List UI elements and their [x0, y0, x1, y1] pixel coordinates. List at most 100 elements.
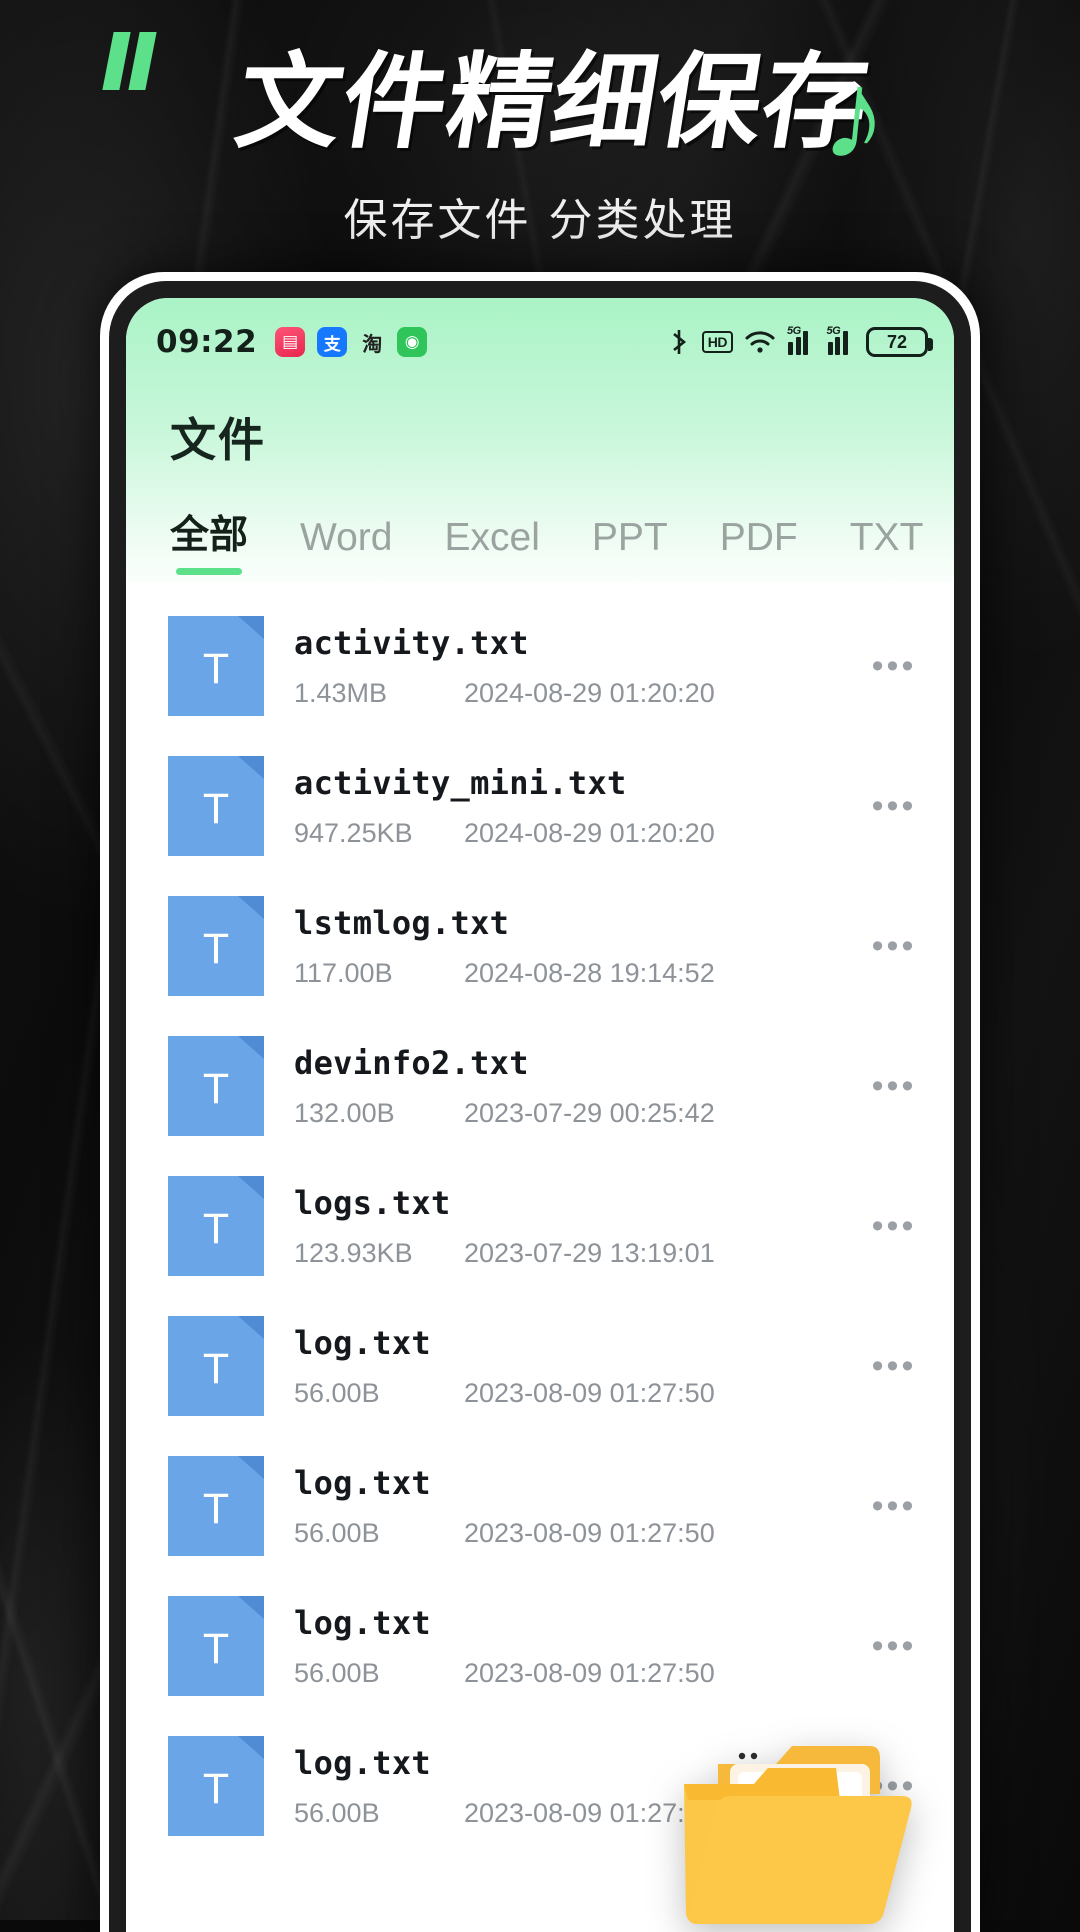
- hero-banner: 文件精细保存 ♪ 保存文件 分类处理: [0, 0, 1080, 280]
- phone-bezel: 09:22 ▤ 支 淘 ◉ HD 5G 5G 72 文件 全部 Word Exc…: [109, 281, 971, 1932]
- notification-app-pink-icon: ▤: [275, 327, 306, 357]
- file-meta: log.txt 56.00B 2023-08-09 01:27:50: [294, 1464, 854, 1549]
- file-size: 947.25KB: [294, 817, 413, 848]
- file-name: log.txt: [294, 1323, 431, 1362]
- txt-file-icon: T: [168, 616, 264, 716]
- file-name: activity_mini.txt: [294, 763, 627, 802]
- file-size: 56.00B: [294, 1517, 380, 1548]
- file-name: lstmlog.txt: [294, 903, 510, 942]
- signal-bars-sim1: 5G: [787, 325, 816, 355]
- txt-file-icon: T: [168, 1456, 264, 1556]
- file-more-button[interactable]: •••: [864, 1209, 924, 1243]
- file-meta: log.txt 56.00B 2023-08-09 01:27:50: [294, 1324, 854, 1409]
- file-name: logs.txt: [294, 1183, 451, 1222]
- file-submeta: 123.93KB 2023-07-29 13:19:01: [294, 1238, 854, 1269]
- battery-indicator: 72: [866, 327, 933, 357]
- file-more-button[interactable]: •••: [864, 1349, 924, 1383]
- file-row[interactable]: Tlog.txt 56.00B 2023-08-09 01:27:50 •••: [126, 1436, 954, 1576]
- file-more-button[interactable]: •••: [864, 1069, 924, 1103]
- music-note-icon: ♪: [816, 41, 896, 190]
- file-icon-letter: T: [202, 1764, 230, 1813]
- file-meta: lstmlog.txt 117.00B 2024-08-28 19:14:52: [294, 904, 854, 989]
- file-more-button[interactable]: •••: [864, 649, 924, 683]
- tab-bar: 全部 Word Excel PPT PDF TXT: [126, 504, 954, 582]
- file-meta: log.txt 56.00B 2023-08-09 01:27:50: [294, 1604, 854, 1689]
- file-size: 132.00B: [294, 1097, 395, 1128]
- file-row[interactable]: Tlstmlog.txt 117.00B 2024-08-28 19:14:52 ••…: [126, 876, 954, 1016]
- file-submeta: 947.25KB 2024-08-29 01:20:20: [294, 818, 854, 849]
- status-clock: 09:22: [156, 324, 258, 360]
- tab-word[interactable]: Word: [300, 516, 392, 582]
- file-size: 56.00B: [294, 1797, 380, 1828]
- signal-label-sim2: 5G: [826, 325, 841, 337]
- signal-label-sim1: 5G: [787, 325, 801, 337]
- file-date: 2024-08-29 01:20:20: [464, 677, 715, 708]
- app-header: 09:22 ▤ 支 淘 ◉ HD 5G 5G 72 文件 全部 Word Exc…: [126, 298, 954, 582]
- file-list: Tactivity.txt 1.43MB 2024-08-29 01:20:20 ••…: [126, 582, 954, 1856]
- file-icon-letter: T: [202, 644, 230, 693]
- txt-file-icon: T: [168, 896, 264, 996]
- file-more-button[interactable]: •••: [864, 789, 924, 823]
- wechat-icon: ◉: [397, 327, 428, 357]
- file-icon-letter: T: [202, 1204, 230, 1253]
- file-submeta: 56.00B 2023-08-09 01:27:50: [294, 1378, 854, 1409]
- file-submeta: 56.00B 2023-08-09 01:27:50: [294, 1518, 854, 1549]
- tab-all[interactable]: 全部: [170, 504, 248, 582]
- file-more-button[interactable]: •••: [864, 1769, 924, 1803]
- status-indicators: HD 5G 5G 72: [667, 325, 933, 357]
- bluetooth-icon: [667, 328, 691, 356]
- tab-txt[interactable]: TXT: [850, 516, 924, 582]
- hd-badge: HD: [701, 331, 733, 353]
- file-row[interactable]: Tlog.txt 56.00B 2023-08-09 01:27:50 •••: [126, 1296, 954, 1436]
- file-date: 2023-08-09 01:27:50: [464, 1517, 715, 1548]
- file-icon-letter: T: [202, 1484, 230, 1533]
- file-date: 2023-08-09 01:27:50: [464, 1657, 715, 1688]
- file-date: 2024-08-29 01:20:20: [464, 817, 715, 848]
- file-row[interactable]: Tactivity.txt 1.43MB 2024-08-29 01:20:20 ••…: [126, 596, 954, 736]
- file-row[interactable]: Tlogs.txt 123.93KB 2023-07-29 13:19:01 •••: [126, 1156, 954, 1296]
- file-submeta: 132.00B 2023-07-29 00:25:42: [294, 1098, 854, 1129]
- file-meta: activity.txt 1.43MB 2024-08-29 01:20:20: [294, 624, 854, 709]
- file-size: 117.00B: [294, 957, 393, 988]
- file-meta: logs.txt 123.93KB 2023-07-29 13:19:01: [294, 1184, 854, 1269]
- file-submeta: 56.00B 2023-08-09 01:27:50: [294, 1658, 854, 1689]
- tab-excel[interactable]: Excel: [445, 516, 540, 582]
- status-tray-apps: ▤ 支 淘 ◉: [275, 327, 428, 357]
- file-row[interactable]: Tlog.txt 56.00B 2023-08-09 01:27:50 •••: [126, 1716, 954, 1856]
- file-more-button[interactable]: •••: [864, 1629, 924, 1663]
- file-icon-letter: T: [202, 924, 230, 973]
- file-row[interactable]: Tactivity_mini.txt 947.25KB 2024-08-29 01:…: [126, 736, 954, 876]
- file-submeta: 117.00B 2024-08-28 19:14:52: [294, 958, 854, 989]
- txt-file-icon: T: [168, 1736, 264, 1836]
- file-size: 56.00B: [294, 1657, 380, 1688]
- txt-file-icon: T: [168, 1176, 264, 1276]
- file-name: devinfo2.txt: [294, 1043, 529, 1082]
- txt-file-icon: T: [168, 1316, 264, 1416]
- file-submeta: 56.00B 2023-08-09 01:27:50: [294, 1798, 854, 1829]
- file-size: 1.43MB: [294, 677, 388, 708]
- file-meta: activity_mini.txt 947.25KB 2024-08-29 01:2…: [294, 764, 854, 849]
- file-icon-letter: T: [202, 1344, 230, 1393]
- file-size: 123.93KB: [294, 1237, 413, 1268]
- file-icon-letter: T: [202, 1064, 230, 1113]
- phone-mockup: 09:22 ▤ 支 淘 ◉ HD 5G 5G 72 文件 全部 Word Exc…: [100, 272, 980, 1932]
- file-icon-letter: T: [202, 784, 230, 833]
- signal-bars-sim2: 5G: [827, 325, 856, 355]
- tab-pdf[interactable]: PDF: [720, 516, 798, 582]
- page-title: 文件: [170, 413, 266, 467]
- file-more-button[interactable]: •••: [864, 1489, 924, 1523]
- file-name: log.txt: [294, 1603, 431, 1642]
- file-name: log.txt: [294, 1743, 431, 1782]
- phone-screen: 09:22 ▤ 支 淘 ◉ HD 5G 5G 72 文件 全部 Word Exc…: [126, 298, 954, 1932]
- status-bar: 09:22 ▤ 支 淘 ◉ HD 5G 5G 72: [126, 316, 954, 368]
- alipay-icon: 支: [317, 327, 348, 357]
- hero-subtitle: 保存文件 分类处理: [343, 195, 737, 246]
- battery-level: 72: [886, 331, 908, 352]
- tab-ppt[interactable]: PPT: [592, 516, 668, 582]
- file-row[interactable]: Tlog.txt 56.00B 2023-08-09 01:27:50 •••: [126, 1576, 954, 1716]
- file-more-button[interactable]: •••: [864, 929, 924, 963]
- file-date: 2023-07-29 00:25:42: [464, 1097, 715, 1128]
- txt-file-icon: T: [168, 1596, 264, 1696]
- file-row[interactable]: Tdevinfo2.txt 132.00B 2023-07-29 00:25:42 •…: [126, 1016, 954, 1156]
- file-submeta: 1.43MB 2024-08-29 01:20:20: [294, 678, 854, 709]
